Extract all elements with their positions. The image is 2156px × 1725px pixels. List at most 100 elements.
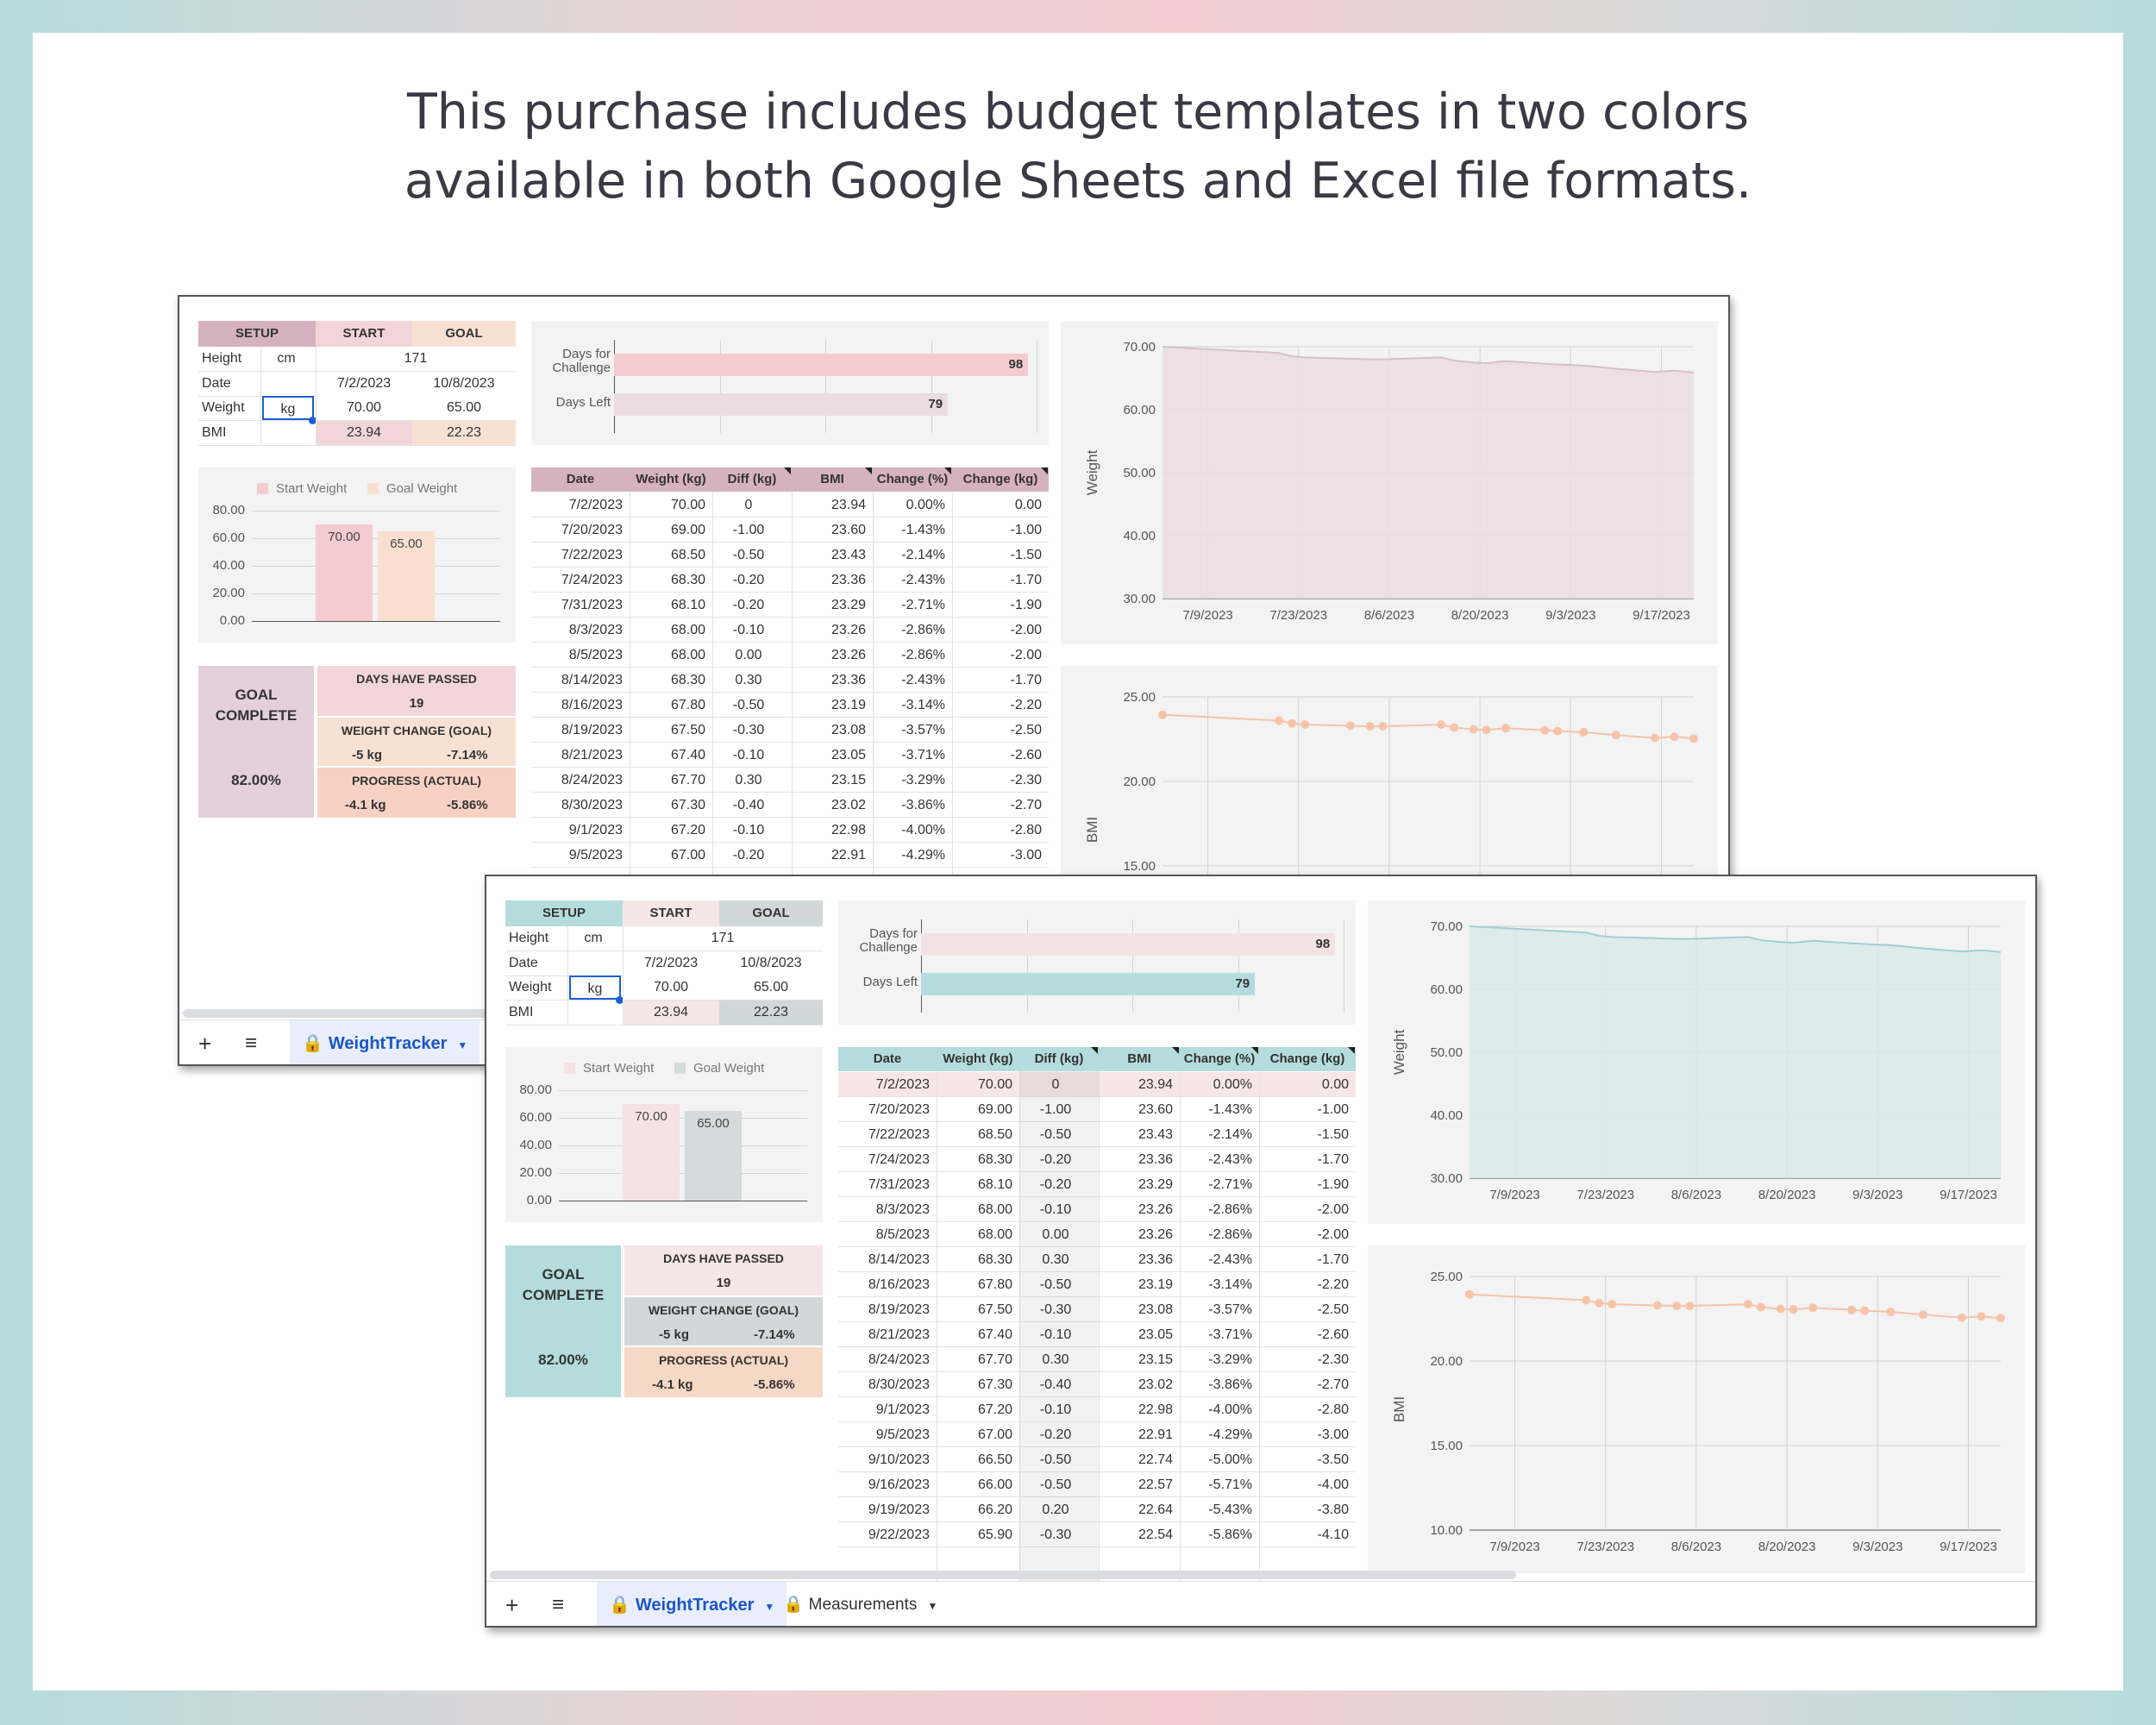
tab-measurements[interactable]: 🔒Measurements▼ bbox=[771, 1582, 950, 1628]
log-cell: -4.00% bbox=[873, 818, 945, 843]
log-cell: 7/22/2023 bbox=[531, 543, 623, 568]
setup-height-value: 171 bbox=[623, 926, 823, 950]
log-cell: 68.30 bbox=[937, 1147, 1012, 1172]
log-cell: 8/24/2023 bbox=[838, 1347, 930, 1372]
x-tick-label: 9/17/2023 bbox=[1633, 608, 1690, 623]
goal-complete-label: GOAL COMPLETE bbox=[514, 1264, 612, 1306]
log-cell: 23.36 bbox=[1099, 1147, 1173, 1172]
chevron-down-icon[interactable]: ▼ bbox=[457, 1039, 467, 1051]
bmi-point bbox=[1651, 734, 1659, 743]
weight-log-table: DateWeight (kg)Diff (kg)BMIChange (%)Cha… bbox=[838, 1047, 1356, 1547]
filter-corner-icon bbox=[784, 467, 791, 474]
chevron-down-icon[interactable]: ▼ bbox=[927, 1600, 937, 1612]
log-cell: 23.08 bbox=[1099, 1297, 1173, 1322]
unit-select-kg[interactable]: kg bbox=[569, 975, 621, 1000]
y-axis-label: Weight bbox=[1391, 1029, 1407, 1075]
weight-bar-chart: Start WeightGoal Weight80.0060.0040.0020… bbox=[505, 1047, 823, 1222]
bar-data-label: 65.00 bbox=[685, 1116, 742, 1131]
days-passed-label: DAYS HAVE PASSED bbox=[624, 1252, 823, 1264]
log-cell: 9/5/2023 bbox=[838, 1422, 930, 1447]
filter-corner-icon bbox=[944, 467, 951, 474]
x-tick-label: 9/17/2023 bbox=[1940, 1540, 1997, 1554]
y-tick-label: 30.00 bbox=[1123, 592, 1156, 606]
log-cell: 67.50 bbox=[630, 718, 705, 743]
y-tick-label: 10.00 bbox=[1430, 1523, 1463, 1538]
days-label-0: Days for Challenge bbox=[533, 348, 611, 375]
bmi-point bbox=[1886, 1308, 1895, 1316]
setup-start-weight: 70.00 bbox=[623, 975, 719, 1000]
unit-select-cm: cm bbox=[569, 926, 617, 950]
bmi-point bbox=[1808, 1303, 1817, 1312]
setup-label-date: Date bbox=[202, 372, 231, 396]
log-cell: 68.00 bbox=[630, 643, 705, 668]
log-cell: -2.14% bbox=[1180, 1122, 1252, 1147]
log-cell: 23.43 bbox=[1099, 1122, 1173, 1147]
weight-change-label: WEIGHT CHANGE (GOAL) bbox=[317, 724, 516, 737]
goal-complete-box: GOAL COMPLETE82.00% bbox=[505, 1245, 621, 1397]
lock-icon: 🔒 bbox=[302, 1034, 323, 1053]
setup-table: SETUPSTARTGOALHeightcm171Date7/2/202310/… bbox=[198, 321, 516, 445]
y-tick-label: 60.00 bbox=[198, 530, 245, 545]
log-cell: -1.00 bbox=[712, 518, 785, 543]
y-tick-label: 50.00 bbox=[1123, 466, 1156, 480]
unit-select-kg[interactable]: kg bbox=[262, 396, 314, 420]
log-cell: -2.80 bbox=[1259, 1397, 1349, 1422]
log-cell: 8/16/2023 bbox=[531, 693, 623, 718]
log-header-0: Date bbox=[838, 1047, 937, 1071]
log-cell: 8/3/2023 bbox=[531, 618, 623, 643]
y-tick-label: 20.00 bbox=[1123, 775, 1156, 789]
x-tick-label: 8/6/2023 bbox=[1364, 608, 1414, 623]
add-sheet-button[interactable]: + bbox=[493, 1582, 530, 1628]
gridline bbox=[559, 1118, 807, 1119]
log-cell: 23.94 bbox=[792, 492, 866, 518]
bmi-point bbox=[1437, 720, 1445, 729]
tab-weight-tracker[interactable]: 🔒WeightTracker▼ bbox=[597, 1582, 787, 1628]
weight-area-chart: 70.0060.0050.0040.0030.007/9/20237/23/20… bbox=[1368, 900, 2025, 1224]
y-tick-label: 25.00 bbox=[1123, 690, 1156, 705]
x-tick-label: 7/23/2023 bbox=[1576, 1188, 1634, 1202]
add-sheet-button[interactable]: + bbox=[186, 1020, 223, 1066]
table-row: 8/21/202367.40-0.1023.05-3.71%-2.60 bbox=[531, 743, 1049, 768]
log-cell: 8/14/2023 bbox=[838, 1247, 930, 1272]
days-bar-0 bbox=[614, 354, 1028, 376]
all-sheets-menu-icon[interactable]: ≡ bbox=[540, 1582, 576, 1628]
log-cell: 67.50 bbox=[937, 1297, 1012, 1322]
log-cell: -1.70 bbox=[952, 668, 1042, 693]
days-bar-value-1: 79 bbox=[922, 398, 943, 411]
log-cell: 9/16/2023 bbox=[838, 1472, 930, 1497]
goal-summary: GOAL COMPLETE82.00%DAYS HAVE PASSED19WEI… bbox=[505, 1245, 823, 1397]
log-cell: -2.30 bbox=[952, 768, 1042, 793]
weight-area-chart: 70.0060.0050.0040.0030.007/9/20237/23/20… bbox=[1061, 321, 1718, 644]
log-cell: 68.30 bbox=[630, 568, 705, 593]
log-cell: -5.00% bbox=[1180, 1447, 1252, 1472]
log-cell: 23.43 bbox=[792, 543, 866, 568]
bmi-point bbox=[1789, 1305, 1798, 1314]
gridline bbox=[559, 1173, 807, 1174]
log-cell: 68.30 bbox=[630, 668, 705, 693]
log-cell: 8/5/2023 bbox=[531, 643, 623, 668]
horizontal-scrollbar[interactable] bbox=[490, 1571, 1516, 1579]
log-cell: 67.20 bbox=[937, 1397, 1012, 1422]
y-tick-label: 50.00 bbox=[1430, 1045, 1463, 1060]
diff-column-shade bbox=[1019, 1071, 1099, 1581]
bmi-point bbox=[1847, 1306, 1856, 1314]
log-cell: -2.50 bbox=[1259, 1297, 1349, 1322]
progress-pct: -5.86% bbox=[754, 1378, 795, 1391]
log-cell: 0.00 bbox=[1259, 1072, 1349, 1097]
log-cell: 68.00 bbox=[630, 618, 705, 643]
log-cell: -0.30 bbox=[712, 718, 785, 743]
tab-weight-tracker[interactable]: 🔒WeightTracker▼ bbox=[290, 1020, 479, 1066]
log-cell: 66.50 bbox=[937, 1447, 1012, 1472]
log-cell: -1.90 bbox=[952, 593, 1042, 618]
log-header-4: Change (%) bbox=[1180, 1047, 1259, 1071]
all-sheets-menu-icon[interactable]: ≡ bbox=[233, 1020, 269, 1066]
y-tick-label: 40.00 bbox=[1123, 529, 1156, 543]
log-cell: -3.29% bbox=[873, 768, 945, 793]
log-cell: 0.00 bbox=[712, 643, 785, 668]
x-tick-label: 8/20/2023 bbox=[1451, 608, 1509, 623]
log-cell: -4.29% bbox=[1180, 1422, 1252, 1447]
legend-swatch bbox=[564, 1063, 575, 1074]
bmi-point bbox=[1777, 1305, 1785, 1314]
log-cell: 69.00 bbox=[937, 1097, 1012, 1122]
log-cell: 22.98 bbox=[792, 818, 866, 843]
